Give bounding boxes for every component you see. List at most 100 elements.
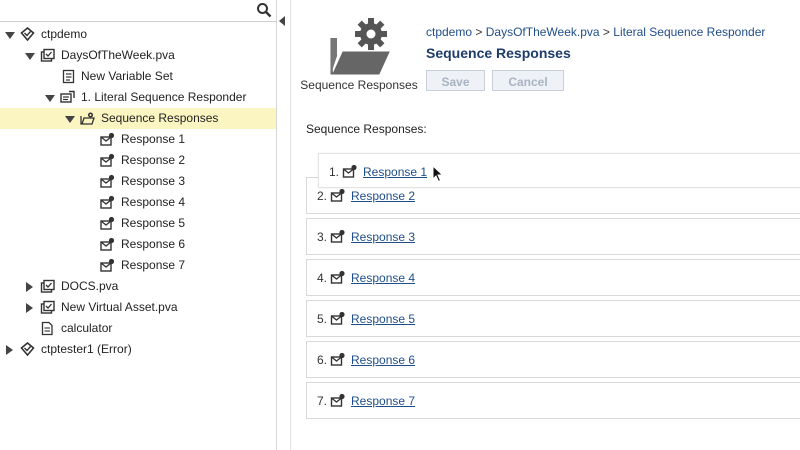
item-number: 5. [317,312,328,326]
virtual-asset-icon [40,48,55,62]
variable-set-icon [62,69,75,84]
expand-arrow-icon[interactable] [65,116,75,123]
tree-node-new-virtual-asset[interactable]: New Virtual Asset.pva [0,297,276,318]
asset-tree: ctpdemo DaysOfTheWeek.pva New Variable S… [0,24,276,360]
tree-node-label: Response 1 [121,132,186,146]
tree-node-docs[interactable]: DOCS.pva [0,276,276,297]
response-link[interactable]: Response 3 [351,230,415,244]
item-number: 2. [317,189,328,203]
tree-node-response-5[interactable]: Response 5 [0,213,276,234]
tree-node-label: Response 4 [121,195,186,209]
tree-node-response-7[interactable]: Response 7 [0,255,276,276]
item-number: 4. [317,271,328,285]
response-list-item-3[interactable]: 3. Response 3 [306,218,800,255]
response-list-item-4[interactable]: 4. Response 4 [306,259,800,296]
tree-node-new-variable-set[interactable]: New Variable Set [0,66,276,87]
tree-node-label: Response 3 [121,174,186,188]
expand-arrow-icon[interactable] [45,95,55,102]
response-link[interactable]: Response 4 [351,271,415,285]
breadcrumb-separator: > [475,25,483,39]
breadcrumb-ctpdemo[interactable]: ctpdemo [426,25,472,39]
breadcrumb-literal-sequence-responder[interactable]: Literal Sequence Responder [613,25,765,39]
response-list-item-5[interactable]: 5. Response 5 [306,300,800,337]
save-button[interactable]: Save [426,70,485,91]
panel-splitter[interactable] [277,0,291,450]
tree-node-sequence-responses[interactable]: Sequence Responses [0,108,276,129]
envelope-response-icon [330,352,345,366]
tree-node-calculator[interactable]: calculator [0,318,276,339]
response-link[interactable]: Response 5 [351,312,415,326]
envelope-response-icon [330,229,345,243]
breadcrumb-days-of-the-week[interactable]: DaysOfTheWeek.pva [486,25,600,39]
response-link[interactable]: Response 1 [363,165,427,179]
item-number: 1. [329,165,340,179]
response-list-item-1-dragging[interactable]: 1. Response 1 [318,153,800,188]
tree-node-label: Response 7 [121,258,186,272]
tool-icon-label: Sequence Responses [300,78,418,92]
response-link[interactable]: Response 6 [351,353,415,367]
tree-node-label: DaysOfTheWeek.pva [61,48,175,62]
tree-node-label: DOCS.pva [61,279,119,293]
tree-node-days-of-the-week[interactable]: DaysOfTheWeek.pva [0,45,276,66]
tree-search-bar[interactable] [0,0,276,22]
tree-node-label: Response 6 [121,237,186,251]
tree-node-label: New Variable Set [81,69,173,83]
responder-icon [60,90,75,103]
tree-node-label: Response 5 [121,216,186,230]
server-icon [20,342,35,357]
cancel-button[interactable]: Cancel [492,70,564,91]
response-link[interactable]: Response 7 [351,394,415,408]
tree-node-ctpdemo[interactable]: ctpdemo [0,24,276,45]
breadcrumb-separator: > [602,25,610,39]
expand-arrow-icon[interactable] [25,53,35,60]
tree-node-label: Sequence Responses [101,111,219,125]
main-panel: Sequence Responses ctpdemo > DaysOfTheWe… [291,0,800,450]
envelope-response-icon [330,393,345,407]
virtual-asset-icon [40,300,55,314]
section-label: Sequence Responses: [306,122,427,136]
tree-node-label: calculator [61,321,113,335]
tree-node-label: Response 2 [121,153,186,167]
expand-arrow-icon[interactable] [5,32,15,39]
envelope-response-icon [342,164,357,178]
envelope-response-icon [100,153,115,167]
response-link[interactable]: Response 2 [351,189,415,203]
item-number: 7. [317,394,328,408]
tree-node-label: ctpdemo [41,27,88,41]
virtual-asset-icon [40,279,55,293]
folder-gear-icon [330,18,390,75]
envelope-response-icon [330,188,345,202]
folder-gear-icon [80,112,95,125]
tree-node-label: New Virtual Asset.pva [61,300,178,314]
expand-arrow-icon[interactable] [26,303,33,313]
envelope-response-icon [330,311,345,325]
envelope-response-icon [100,174,115,188]
response-list-item-6[interactable]: 6. Response 6 [306,341,800,378]
tree-node-response-2[interactable]: Response 2 [0,150,276,171]
expand-arrow-icon[interactable] [26,282,33,292]
tree-node-ctptester1[interactable]: ctptester1 (Error) [0,339,276,360]
envelope-response-icon [100,258,115,272]
server-icon [20,27,35,42]
item-number: 3. [317,230,328,244]
expand-arrow-icon[interactable] [6,345,13,355]
envelope-response-icon [100,216,115,230]
document-icon [41,321,53,336]
tree-node-response-3[interactable]: Response 3 [0,171,276,192]
envelope-response-icon [330,270,345,284]
search-icon[interactable] [256,2,272,18]
tree-node-response-4[interactable]: Response 4 [0,192,276,213]
item-number: 6. [317,353,328,367]
collapse-panel-icon[interactable] [279,16,285,26]
envelope-response-icon [100,237,115,251]
breadcrumb: ctpdemo > DaysOfTheWeek.pva > Literal Se… [426,25,765,39]
tree-node-literal-sequence-responder[interactable]: 1. Literal Sequence Responder [0,87,276,108]
tree-panel: ctpdemo DaysOfTheWeek.pva New Variable S… [0,0,277,450]
tree-node-response-6[interactable]: Response 6 [0,234,276,255]
envelope-response-icon [100,195,115,209]
tree-node-label: 1. Literal Sequence Responder [81,90,247,104]
envelope-response-icon [100,132,115,146]
tree-node-response-1[interactable]: Response 1 [0,129,276,150]
page-title: Sequence Responses [426,45,571,61]
response-list-item-7[interactable]: 7. Response 7 [306,382,800,419]
